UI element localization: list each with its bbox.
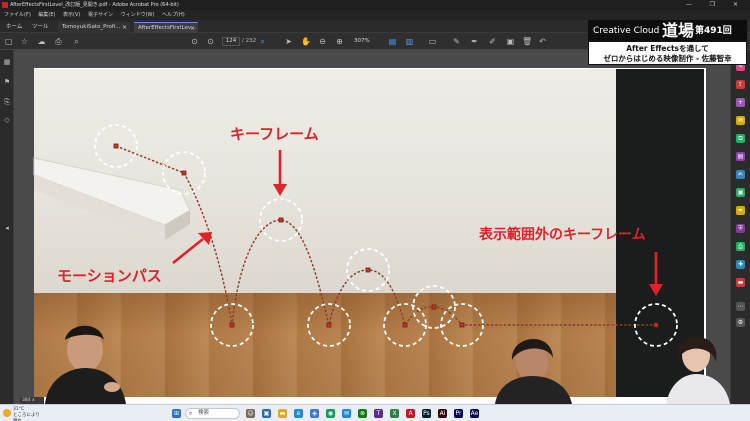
page-size-status: 384 x xyxy=(20,397,44,404)
teams-icon[interactable]: T xyxy=(374,409,383,418)
photoshop-icon[interactable]: Ps xyxy=(422,409,431,418)
scan-ocr-icon[interactable]: ▣ xyxy=(736,188,745,197)
acrobat-taskbar-icon[interactable]: A xyxy=(406,409,415,418)
mail-icon[interactable]: ✉ xyxy=(342,409,351,418)
customize-icon[interactable]: ⚙ xyxy=(736,318,745,327)
create-pdf-icon[interactable]: + xyxy=(736,98,745,107)
broadcast-brand: Creative Cloud xyxy=(593,26,660,36)
task-view-icon[interactable]: ▣ xyxy=(262,409,271,418)
weather-widget[interactable]: 31°C ところにより晴れ xyxy=(3,407,43,421)
windows-taskbar: 31°C ところにより晴れ ⊞ ⌕ 検索 ☺ ▣ ▬ e ◈ ◉ ✉ ⊗ T X… xyxy=(0,404,750,421)
shelf-object xyxy=(33,157,191,240)
keyframe-marker xyxy=(402,322,408,328)
keyframe-marker xyxy=(365,267,371,273)
store-icon[interactable]: ◈ xyxy=(310,409,319,418)
broadcast-subtitle-box: After Effectsを通して ゼロからはじめる映像制作 - 佐藤智幸 xyxy=(588,41,747,65)
taskbar-search-placeholder: 検索 xyxy=(198,410,210,416)
export-pdf-icon[interactable]: ⇪ xyxy=(736,80,745,89)
edge-browser-icon[interactable]: e xyxy=(294,409,303,418)
broadcast-title-overlay: Creative Cloud 道場 第491回 After Effectsを通し… xyxy=(588,20,747,65)
annotation-keyframe: キーフレーム xyxy=(230,125,319,143)
arrow-keyframe-head xyxy=(273,184,287,196)
broadcast-dojo-logo: 道場 xyxy=(662,21,695,40)
chrome-icon[interactable]: ◉ xyxy=(326,409,335,418)
comment-tool-icon[interactable]: ✉ xyxy=(736,116,745,125)
broadcast-subtitle-line1: After Effectsを通して xyxy=(626,44,709,53)
keyframe-marker xyxy=(431,304,437,310)
weather-description: ところにより晴れ xyxy=(13,413,40,421)
illustrator-icon[interactable]: Ai xyxy=(438,409,447,418)
annotation-out-of-range-keyframe: 表示範囲外のキーフレーム xyxy=(479,227,646,243)
broadcast-header: Creative Cloud 道場 第491回 xyxy=(588,20,747,41)
arrow-motion-path xyxy=(172,237,204,265)
presenter-left xyxy=(45,325,126,404)
presenter-right xyxy=(666,337,730,404)
file-explorer-icon[interactable]: ▬ xyxy=(278,409,287,418)
keyframe-marker xyxy=(229,322,235,328)
taskbar-search-input[interactable]: ⌕ 検索 xyxy=(185,408,240,419)
keyframe-marker xyxy=(278,217,284,223)
arrow-motion-path-head xyxy=(198,232,212,245)
request-sign-icon[interactable]: ✍ xyxy=(736,170,745,179)
keyframe-marker xyxy=(181,170,187,176)
right-tools-panel: ✎ ⇪ + ✉ ⧉ ▤ ✍ ▣ ✒ ⛨ ⎙ ✚ ▬ ⋯ ⚙ xyxy=(730,50,750,404)
sun-icon xyxy=(3,409,11,417)
measure-icon[interactable]: ✚ xyxy=(736,260,745,269)
arrow-out-of-range-head xyxy=(649,284,663,296)
search-icon: ⌕ xyxy=(189,410,193,417)
user-avatar-icon[interactable]: ☺ xyxy=(246,409,255,418)
broadcast-episode: 第491回 xyxy=(695,26,732,36)
protect-icon[interactable]: ⛨ xyxy=(736,224,745,233)
combine-files-icon[interactable]: ⧉ xyxy=(736,134,745,143)
presenter-center xyxy=(495,339,572,404)
more-tools-icon[interactable]: ⋯ xyxy=(736,302,745,311)
xbox-icon[interactable]: ⊗ xyxy=(358,409,367,418)
screen: AfterEffectsFirstLevel_改訂版_見開き.pdf - Ado… xyxy=(0,0,750,421)
annotation-motion-path: モーションパス xyxy=(57,267,162,285)
keyframe-marker xyxy=(113,143,119,149)
print-production-icon[interactable]: ⎙ xyxy=(736,242,745,251)
windows-start-icon[interactable]: ⊞ xyxy=(172,409,181,418)
keyframe-marker xyxy=(459,322,465,328)
keyframe-marker xyxy=(326,322,332,328)
excel-icon[interactable]: X xyxy=(390,409,399,418)
after-effects-icon[interactable]: Ae xyxy=(470,409,479,418)
keyframe-marker xyxy=(653,322,659,328)
fill-sign-icon[interactable]: ✒ xyxy=(736,206,745,215)
redact-icon[interactable]: ▬ xyxy=(736,278,745,287)
organize-pages-icon[interactable]: ▤ xyxy=(736,152,745,161)
premiere-icon[interactable]: Pr xyxy=(454,409,463,418)
broadcast-subtitle-line2: ゼロからはじめる映像制作 - 佐藤智幸 xyxy=(603,54,732,63)
